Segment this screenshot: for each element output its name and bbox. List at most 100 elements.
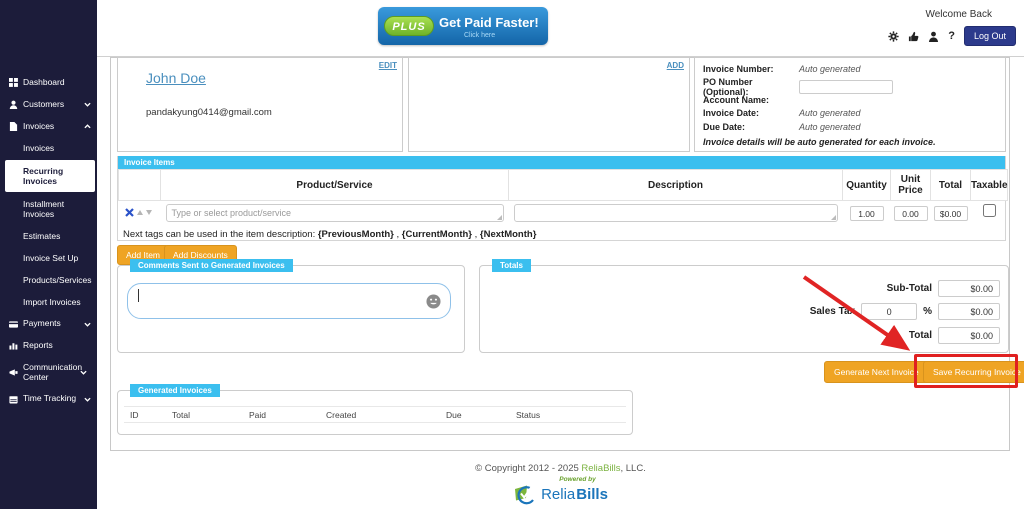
save-recurring-invoice-button[interactable]: Save Recurring Invoice	[923, 361, 1024, 383]
logo-text-relia: Relia	[541, 486, 575, 503]
quantity-input[interactable]	[850, 206, 884, 221]
get-paid-faster-banner[interactable]: PLUS Get Paid Faster! Click here	[378, 7, 548, 45]
sidebar-subitem-import-invoices[interactable]: Import Invoices	[0, 291, 97, 313]
sidebar-item-invoices[interactable]: Invoices	[0, 116, 97, 138]
sales-tax-value[interactable]	[938, 303, 1000, 320]
chevron-down-icon	[84, 321, 91, 328]
sidebar-subitem-invoices[interactable]: Invoices	[0, 137, 97, 159]
auto-generated-note: Invoice details will be auto generated f…	[703, 137, 936, 147]
chevron-down-icon	[84, 396, 91, 403]
edit-customer-link[interactable]: EDIT	[379, 61, 397, 70]
taxable-checkbox[interactable]	[983, 204, 996, 217]
reliabills-link[interactable]: ReliaBills	[581, 463, 620, 474]
move-item-up-icon[interactable]	[137, 210, 143, 215]
invoices-submenu: Invoices Recurring Invoices Installment …	[0, 137, 97, 313]
card-icon	[9, 320, 18, 329]
powered-by-block: Powered by ReliaBills	[97, 476, 1024, 505]
generated-invoices-title: Generated Invoices	[130, 384, 220, 397]
generate-next-invoice-button[interactable]: Generate Next Invoice	[824, 361, 929, 383]
total-value[interactable]	[938, 327, 1000, 344]
emoji-icon[interactable]	[426, 294, 441, 309]
subtotal-label: Sub-Total	[887, 283, 932, 294]
subtotal-value[interactable]	[938, 280, 1000, 297]
sidebar-subitem-recurring-invoices[interactable]: Recurring Invoices	[5, 160, 95, 192]
sidebar-item-payments[interactable]: Payments	[0, 313, 97, 335]
totals-panel: Totals Sub-Total Sales Tax % Total	[479, 265, 1009, 353]
sidebar-item-customers[interactable]: Customers	[0, 94, 97, 116]
sidebar-item-label: Time Tracking	[23, 394, 79, 404]
sales-tax-rate-input[interactable]	[861, 303, 917, 320]
unit-price-input[interactable]	[894, 206, 928, 221]
tag-current-month: {CurrentMonth}	[402, 229, 472, 240]
app-root: Dashboard Customers Invoices Invoices Re…	[0, 0, 1024, 509]
sidebar-subitem-invoice-set-up[interactable]: Invoice Set Up	[0, 247, 97, 269]
invoice-details-panel: Invoice Number: Auto generated PO Number…	[694, 57, 1006, 152]
customer-name-link[interactable]: John Doe	[146, 70, 206, 86]
sidebar-item-time-tracking[interactable]: Time Tracking	[0, 388, 97, 410]
sidebar-item-label: Reports	[23, 341, 91, 351]
chevron-up-icon	[84, 123, 91, 130]
po-number-label: PO Number (Optional):	[703, 77, 799, 97]
column-header: Product/Service	[161, 170, 509, 201]
column-header: Unit Price	[891, 170, 931, 201]
welcome-text: Welcome Back	[888, 9, 992, 20]
sidebar-item-label: Communication Center	[23, 363, 75, 383]
description-input[interactable]	[514, 204, 838, 222]
logout-button[interactable]: Log Out	[964, 26, 1016, 46]
column-header: Description	[509, 170, 843, 201]
chevron-down-icon	[84, 101, 91, 108]
user-icon[interactable]	[928, 31, 939, 42]
generated-column: ID	[124, 410, 172, 420]
remove-item-icon[interactable]	[125, 208, 134, 217]
account-name-label: Account Name:	[703, 95, 799, 105]
copyright-text: © Copyright 2012 - 2025 ReliaBills, LLC.	[97, 463, 1024, 474]
add-link[interactable]: ADD	[667, 61, 684, 70]
help-icon[interactable]: ?	[948, 30, 955, 42]
sidebar-subitem-installment-invoices[interactable]: Installment Invoices	[0, 193, 97, 225]
generated-invoices-panel: Generated Invoices ID Total Paid Created…	[117, 390, 633, 435]
due-date-value: Auto generated	[799, 122, 861, 132]
generated-column: Created	[326, 410, 446, 420]
sidebar-subitem-estimates[interactable]: Estimates	[0, 225, 97, 247]
invoice-items-table: Product/Service Description Quantity Uni…	[118, 169, 1008, 225]
gear-icon[interactable]	[888, 31, 899, 42]
powered-by-text: Powered by	[131, 476, 1024, 483]
sidebar-subitem-products-services[interactable]: Products/Services	[0, 269, 97, 291]
banner-title: Get Paid Faster!	[439, 15, 539, 30]
generated-column: Total	[172, 410, 249, 420]
comments-textarea[interactable]	[127, 283, 451, 319]
generated-column: Due	[446, 410, 516, 420]
total-label: Total	[909, 330, 932, 341]
customer-panel: EDIT John Doe pandakyung0414@gmail.com	[117, 57, 403, 152]
generated-column: Status	[516, 410, 540, 420]
sidebar-item-reports[interactable]: Reports	[0, 335, 97, 357]
column-header: Quantity	[843, 170, 891, 201]
plus-badge: PLUS	[384, 16, 434, 36]
tags-note: Next tags can be used in the item descri…	[118, 225, 1005, 244]
invoice-items-header: Invoice Items	[118, 156, 1005, 169]
secondary-contact-panel: ADD	[408, 57, 690, 152]
thumbs-up-icon[interactable]	[908, 31, 919, 42]
sales-tax-label: Sales Tax	[810, 306, 855, 317]
sidebar-item-communication-center[interactable]: Communication Center	[0, 357, 97, 389]
file-icon	[9, 122, 18, 131]
po-number-input[interactable]	[799, 80, 893, 94]
due-date-label: Due Date:	[703, 122, 799, 132]
generated-invoices-header-row: ID Total Paid Created Due Status	[124, 406, 626, 423]
logo-text-bills: Bills	[576, 486, 608, 503]
totals-panel-title: Totals	[492, 259, 531, 272]
sidebar-item-dashboard[interactable]: Dashboard	[0, 72, 97, 94]
megaphone-icon	[9, 368, 18, 377]
move-item-down-icon[interactable]	[146, 210, 152, 215]
generated-column: Paid	[249, 410, 326, 420]
total-input[interactable]	[934, 206, 968, 221]
comments-panel: Comments Sent to Generated Invoices	[117, 265, 465, 353]
invoice-number-label: Invoice Number:	[703, 64, 799, 74]
invoice-items-section: Invoice Items Product/Service Descriptio…	[117, 156, 1006, 241]
product-service-input[interactable]: Type or select product/service	[166, 204, 504, 222]
column-header: Taxable	[971, 170, 1008, 201]
tag-previous-month: {PreviousMonth}	[318, 229, 394, 240]
text-caret	[138, 289, 139, 302]
header-user-area: Welcome Back ? Log Out	[888, 9, 1016, 46]
tag-next-month: {NextMonth}	[480, 229, 536, 240]
